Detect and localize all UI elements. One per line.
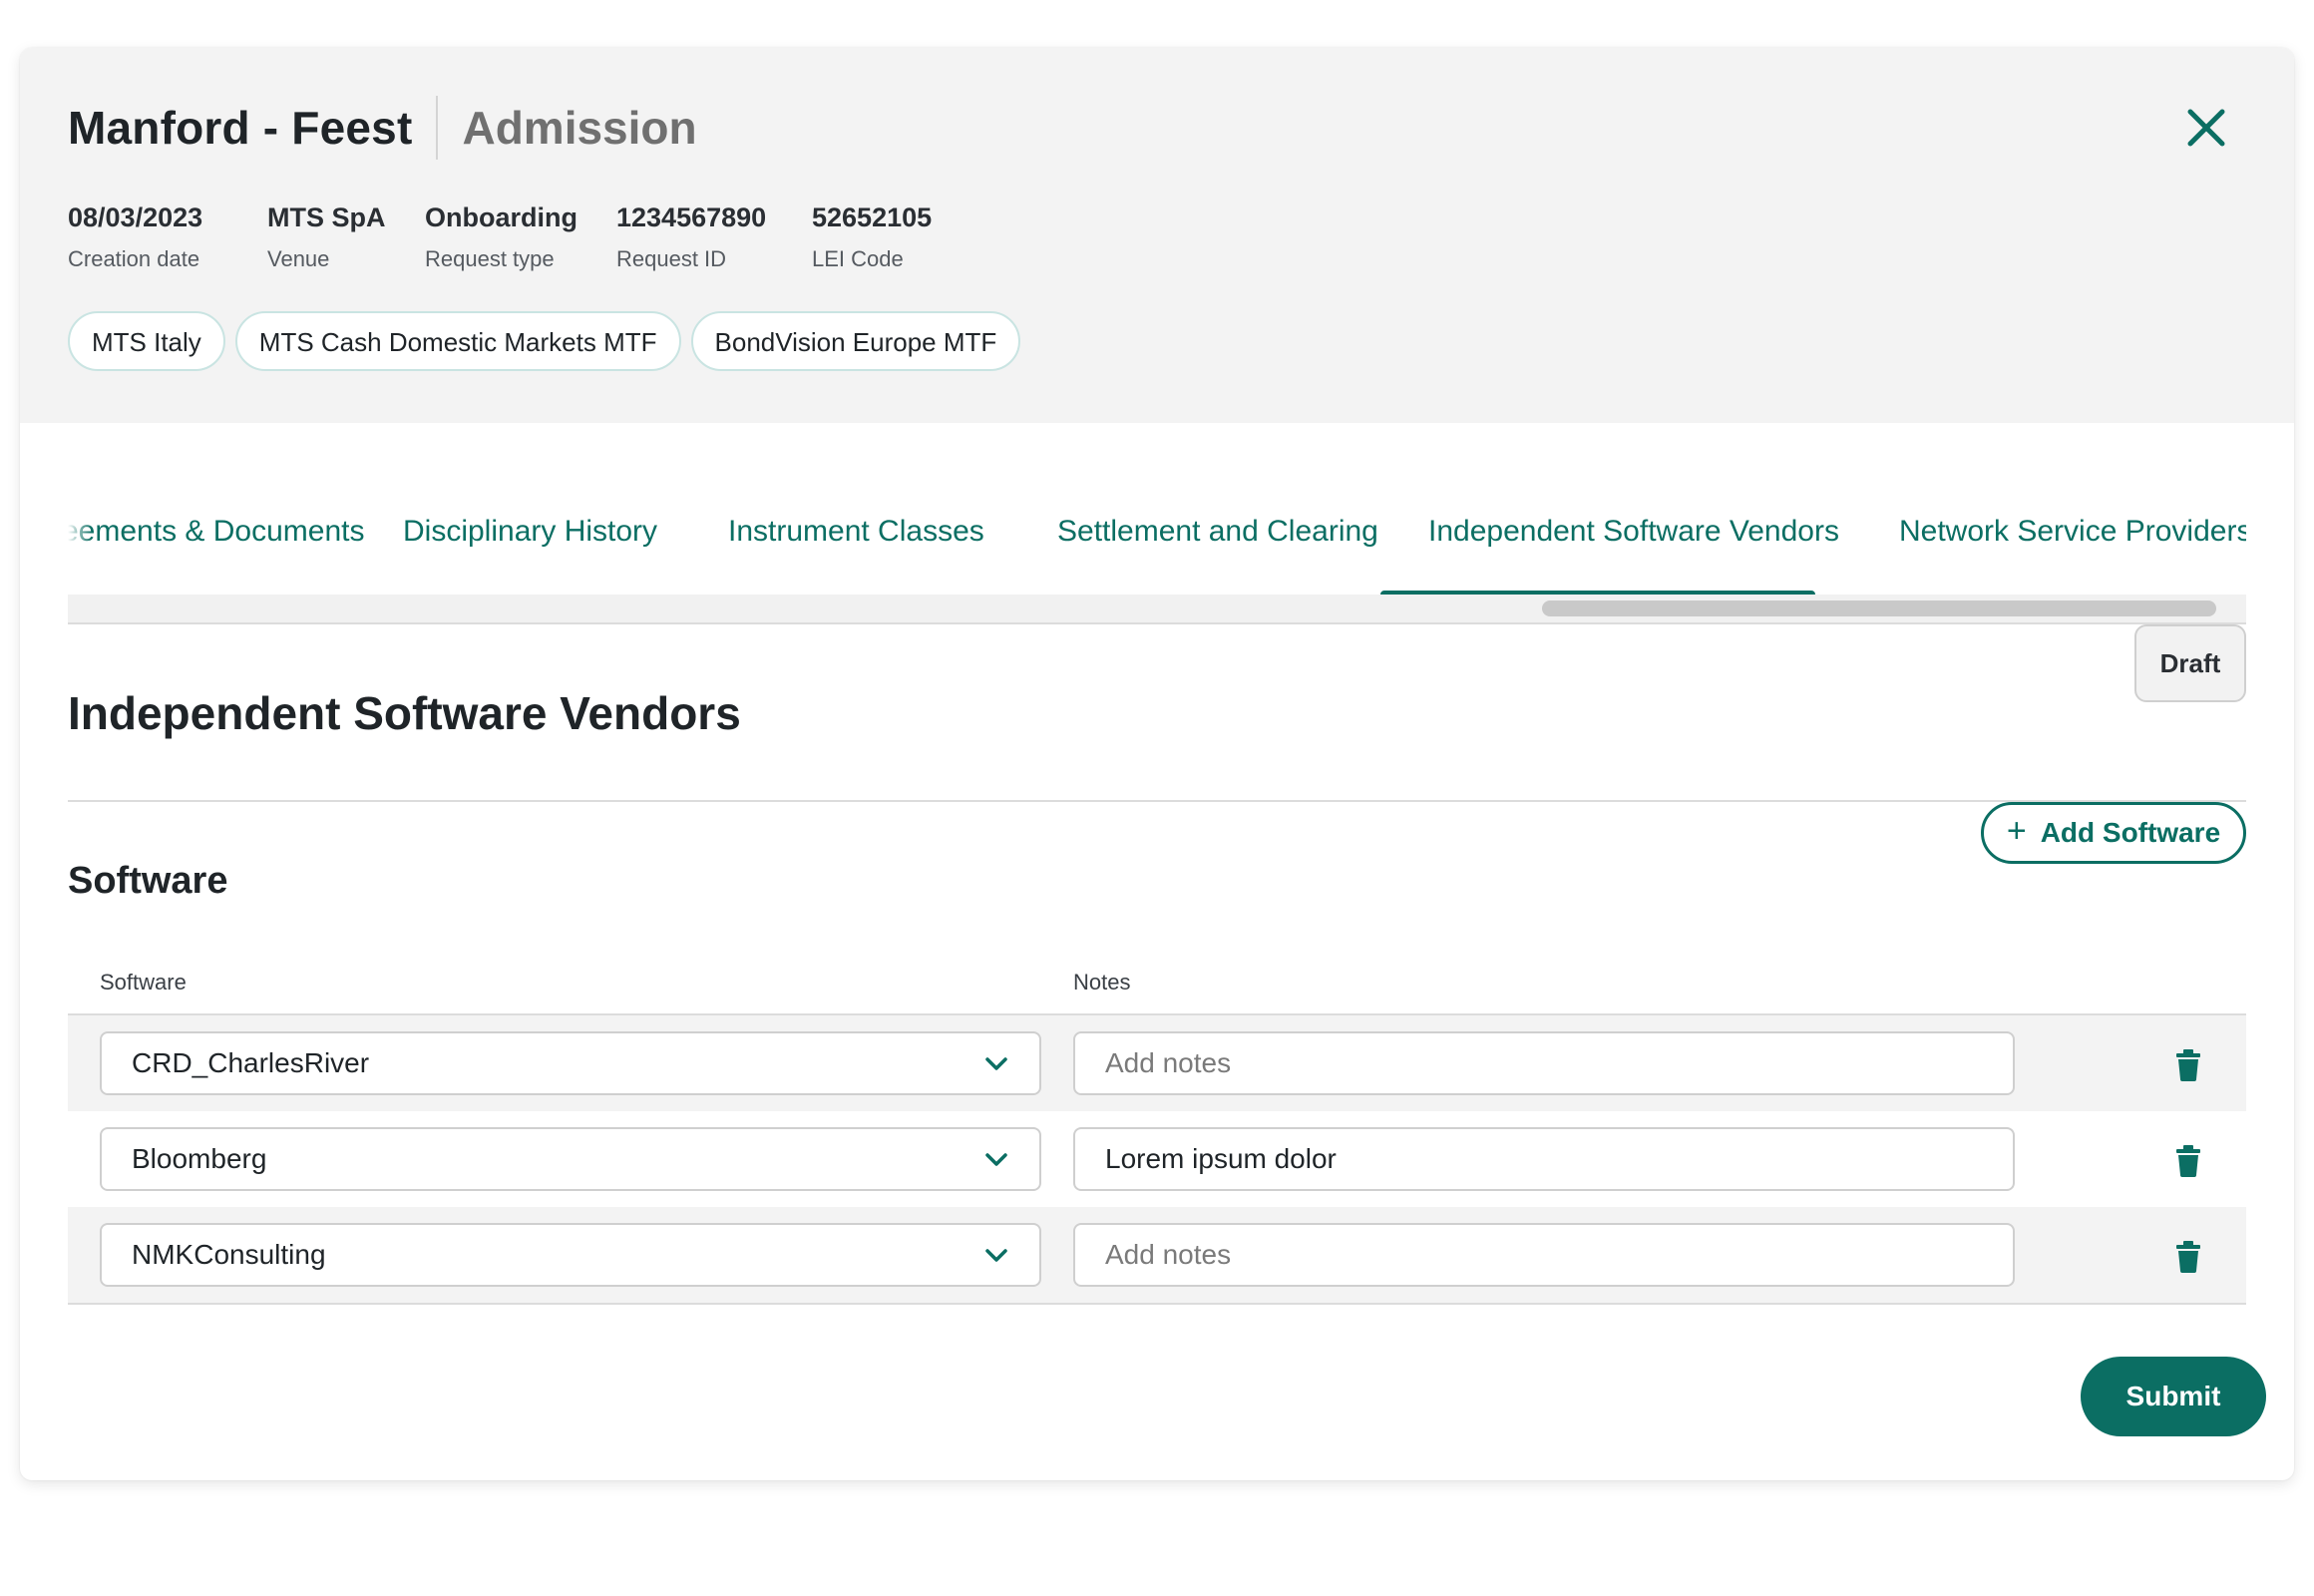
chevron-down-icon — [985, 1153, 1007, 1166]
tab-disciplinary-history[interactable]: Disciplinary History — [403, 509, 657, 565]
meta-request-id: 1234567890 Request ID — [616, 200, 766, 275]
notes-input[interactable]: Add notes — [1073, 1031, 2015, 1095]
venue-chips: MTS Italy MTS Cash Domestic Markets MTF … — [68, 311, 1021, 371]
title-row: Manford - Feest Admission — [68, 96, 697, 160]
lei-code-value: 52652105 — [812, 202, 933, 232]
software-select-value: Bloomberg — [132, 1143, 267, 1174]
title-divider — [436, 96, 439, 160]
table-row: NMKConsulting Add notes — [68, 1207, 2246, 1303]
modal-header: Manford - Feest Admission 08/03/2023 Cre… — [20, 48, 2294, 423]
software-select[interactable]: Bloomberg — [100, 1127, 1041, 1191]
request-id-value: 1234567890 — [616, 202, 767, 232]
status-badge: Draft — [2134, 624, 2246, 702]
request-type-value: Onboarding — [425, 202, 578, 232]
tab-network-service-providers[interactable]: Network Service Providers — [1899, 509, 2246, 565]
tab-instrument-classes[interactable]: Instrument Classes — [728, 509, 984, 565]
creation-date-value: 08/03/2023 — [68, 202, 203, 232]
submit-button[interactable]: Submit — [2081, 1357, 2266, 1436]
tab-agreements-documents[interactable]: eements & Documents — [68, 509, 364, 565]
chevron-down-icon — [985, 1249, 1007, 1262]
request-id-label: Request ID — [616, 246, 727, 271]
software-subsection-title: Software — [68, 860, 228, 902]
venue-chip: MTS Italy — [68, 311, 225, 371]
close-icon — [2187, 109, 2225, 147]
page-subtitle: Admission — [462, 102, 697, 154]
close-button[interactable] — [2182, 104, 2230, 152]
notes-input[interactable]: Lorem ipsum dolor — [1073, 1127, 2015, 1191]
column-header-notes: Notes — [1073, 970, 1131, 995]
meta-creation-date: 08/03/2023 Creation date — [68, 200, 202, 275]
tab-scroll-fade — [68, 507, 92, 567]
tab-bar: eements & Documents Disciplinary History… — [68, 471, 2246, 591]
venue-value: MTS SpA — [267, 202, 386, 232]
table-footer-divider — [68, 1303, 2246, 1305]
tab-scrollbar-thumb[interactable] — [1542, 600, 2216, 616]
trash-icon[interactable] — [2174, 1145, 2202, 1177]
tabs-divider — [68, 622, 2246, 624]
software-select-value: NMKConsulting — [132, 1239, 326, 1270]
meta-request-type: Onboarding Request type — [425, 200, 578, 275]
meta-venue: MTS SpA Venue — [267, 200, 386, 275]
table-row: Bloomberg Lorem ipsum dolor — [68, 1111, 2246, 1207]
software-select-value: CRD_CharlesRiver — [132, 1047, 370, 1078]
tab-settlement-clearing[interactable]: Settlement and Clearing — [1057, 509, 1378, 565]
section-divider — [68, 800, 2246, 802]
software-select[interactable]: NMKConsulting — [100, 1223, 1041, 1287]
plus-icon: + — [2006, 812, 2027, 850]
add-software-label: Add Software — [2040, 817, 2221, 848]
venue-chip: MTS Cash Domestic Markets MTF — [234, 311, 681, 371]
venue-label: Venue — [267, 246, 330, 271]
lei-code-label: LEI Code — [812, 246, 904, 271]
notes-input[interactable]: Add notes — [1073, 1223, 2015, 1287]
trash-icon[interactable] — [2174, 1049, 2202, 1081]
column-header-software: Software — [100, 970, 187, 995]
trash-icon[interactable] — [2174, 1241, 2202, 1273]
page-title: Manford - Feest — [68, 102, 413, 154]
table-row: CRD_CharlesRiver Add notes — [68, 1015, 2246, 1111]
software-select[interactable]: CRD_CharlesRiver — [100, 1031, 1041, 1095]
creation-date-label: Creation date — [68, 246, 200, 271]
chevron-down-icon — [985, 1057, 1007, 1070]
add-software-button[interactable]: + Add Software — [1981, 802, 2246, 864]
admission-modal: Manford - Feest Admission 08/03/2023 Cre… — [20, 48, 2294, 1480]
meta-lei-code: 52652105 LEI Code — [812, 200, 932, 275]
section-title: Independent Software Vendors — [68, 687, 741, 739]
request-type-label: Request type — [425, 246, 555, 271]
venue-chip: BondVision Europe MTF — [690, 311, 1021, 371]
tab-independent-software-vendors[interactable]: Independent Software Vendors — [1428, 509, 1839, 565]
